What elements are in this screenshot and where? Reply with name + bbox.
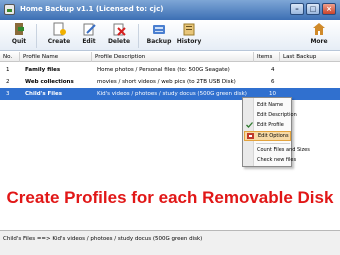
- item-count: 6: [271, 79, 275, 85]
- close-button[interactable]: ×: [322, 3, 336, 15]
- row-number: 2: [6, 79, 10, 85]
- column-header[interactable]: No.: [0, 52, 20, 62]
- menu-item-edit-options[interactable]: Edit Options: [244, 131, 291, 141]
- app-icon: [4, 4, 15, 15]
- backup-icon: [152, 22, 166, 36]
- item-count: 4: [271, 67, 275, 73]
- menu-separator: [256, 143, 290, 144]
- profile-description: movies / short videos / web pics (to 2TB…: [97, 79, 236, 85]
- maximize-button[interactable]: □: [306, 3, 320, 15]
- checkmark-icon: [246, 122, 253, 128]
- toolbar-separator: [36, 24, 37, 48]
- row-number: 1: [6, 67, 10, 73]
- more-icon: [312, 22, 326, 36]
- column-header[interactable]: Last Backup: [280, 52, 340, 62]
- column-header[interactable]: Profile Description: [92, 52, 254, 62]
- row-number: 3: [6, 91, 10, 97]
- table-row[interactable]: 1 Family files Home photos / Personal fi…: [0, 64, 340, 76]
- menu-item-count-files[interactable]: Count Files and Sizes: [244, 145, 310, 155]
- history-icon: [182, 22, 196, 36]
- quit-icon: [12, 22, 26, 36]
- delete-icon: [112, 22, 126, 36]
- quit-button[interactable]: Quit: [6, 22, 32, 50]
- title-bar: Home Backup v1.1 (Licensed to: cjc) – □ …: [0, 0, 340, 20]
- context-menu: Edit Name Edit Description Edit Profile …: [242, 97, 310, 167]
- menu-item-edit-profile[interactable]: Edit Profile: [244, 120, 291, 130]
- menu-item-edit-name[interactable]: Edit Name: [244, 100, 291, 110]
- list-header: No. Profile Name Profile Description Ite…: [0, 52, 340, 62]
- menu-item-check-new-files[interactable]: Check new files: [244, 155, 296, 165]
- more-button[interactable]: More: [306, 22, 332, 50]
- profile-name: Child's Files: [25, 91, 63, 97]
- last-backup: [282, 76, 340, 88]
- toolbar-separator: [138, 24, 139, 48]
- column-header[interactable]: Items: [254, 52, 280, 62]
- edit-button[interactable]: Edit: [76, 22, 102, 50]
- options-icon: [247, 133, 254, 139]
- backup-button[interactable]: Backup: [146, 22, 172, 50]
- last-backup: [282, 64, 340, 76]
- column-header[interactable]: Profile Name: [20, 52, 92, 62]
- toolbar: Quit Create Edit Delete Backup History M…: [0, 20, 340, 51]
- status-text: Child's Files ==> Kid's videos / photoes…: [3, 236, 203, 242]
- history-button[interactable]: History: [176, 22, 202, 50]
- menu-item-edit-description[interactable]: Edit Description: [244, 110, 297, 120]
- promo-caption: Create Profiles for each Removable Disk: [6, 188, 334, 207]
- edit-icon: [82, 22, 96, 36]
- profile-name: Family files: [25, 67, 61, 73]
- minimize-button[interactable]: –: [290, 3, 304, 15]
- profile-description: Home photos / Personal files (to: 500G S…: [97, 67, 230, 73]
- create-icon: [52, 22, 66, 36]
- table-row[interactable]: 2 Web collections movies / short videos …: [0, 76, 340, 88]
- profile-name: Web collections: [25, 79, 74, 85]
- status-bar: Child's Files ==> Kid's videos / photoes…: [0, 230, 340, 255]
- create-button[interactable]: Create: [46, 22, 72, 50]
- window-title: Home Backup v1.1 (Licensed to: cjc): [20, 5, 164, 13]
- profile-description: Kid's videos / photoes / study docus (50…: [97, 91, 247, 97]
- delete-button[interactable]: Delete: [106, 22, 132, 50]
